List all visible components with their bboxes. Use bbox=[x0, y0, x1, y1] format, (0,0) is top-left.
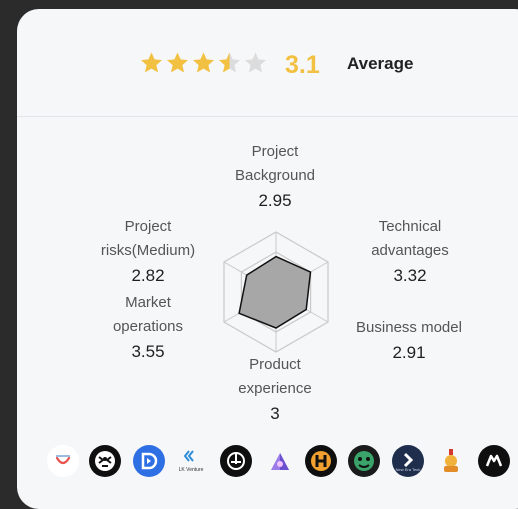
rating-label: Average bbox=[347, 54, 414, 73]
purple-house-logo-icon[interactable] bbox=[264, 445, 296, 477]
half-star-icon bbox=[219, 52, 240, 73]
radar-value-product-experience: 3 bbox=[270, 404, 280, 423]
radar-value-project-risks: 2.82 bbox=[131, 266, 165, 285]
rating-score: 3.1 bbox=[285, 51, 320, 79]
radar-label-technical-advantages: Technical advantages 3.32 bbox=[335, 215, 485, 288]
radar-value-technical-advantages: 3.32 bbox=[393, 266, 427, 285]
star-icon bbox=[167, 52, 188, 73]
black-diamond-logo-icon[interactable] bbox=[478, 445, 510, 477]
radar-label-market-operations: Market operations 3.55 bbox=[73, 291, 223, 364]
radar-label-project-risks: Project risks(Medium) 2.82 bbox=[73, 215, 223, 288]
svg-text:New Era Tech: New Era Tech bbox=[396, 467, 421, 472]
green-face-logo-icon[interactable] bbox=[348, 445, 380, 477]
star-icon bbox=[141, 52, 162, 73]
radar-value-market-operations: 3.55 bbox=[131, 342, 165, 361]
rating-header: 3.1 Average bbox=[17, 9, 518, 117]
orange-h-logo-icon[interactable] bbox=[305, 445, 337, 477]
navy-s-logo-icon[interactable]: New Era Tech bbox=[392, 445, 424, 477]
black-circle-logo-icon[interactable] bbox=[220, 445, 252, 477]
blue-d-logo-icon[interactable] bbox=[133, 445, 165, 477]
radar-label-project-background: Project Background 2.95 bbox=[200, 140, 350, 213]
smile-logo-icon[interactable] bbox=[47, 445, 79, 477]
tiger-logo-icon[interactable] bbox=[89, 445, 121, 477]
empty-star-icon bbox=[245, 52, 266, 73]
radar-chart bbox=[223, 231, 329, 353]
rating-card: 3.1 Average Project Background 2.95 Tech… bbox=[17, 9, 518, 509]
lk-venture-logo-icon[interactable]: LK Venture bbox=[175, 445, 207, 477]
radar-label-business-model: Business model 2.91 bbox=[334, 316, 484, 365]
svg-text:LK Venture: LK Venture bbox=[179, 467, 204, 473]
star-rating bbox=[139, 51, 268, 75]
radar-value-project-background: 2.95 bbox=[258, 191, 292, 210]
star-icon bbox=[193, 52, 214, 73]
radar-value-business-model: 2.91 bbox=[392, 343, 426, 362]
gold-tiger-logo-icon[interactable] bbox=[435, 445, 467, 477]
